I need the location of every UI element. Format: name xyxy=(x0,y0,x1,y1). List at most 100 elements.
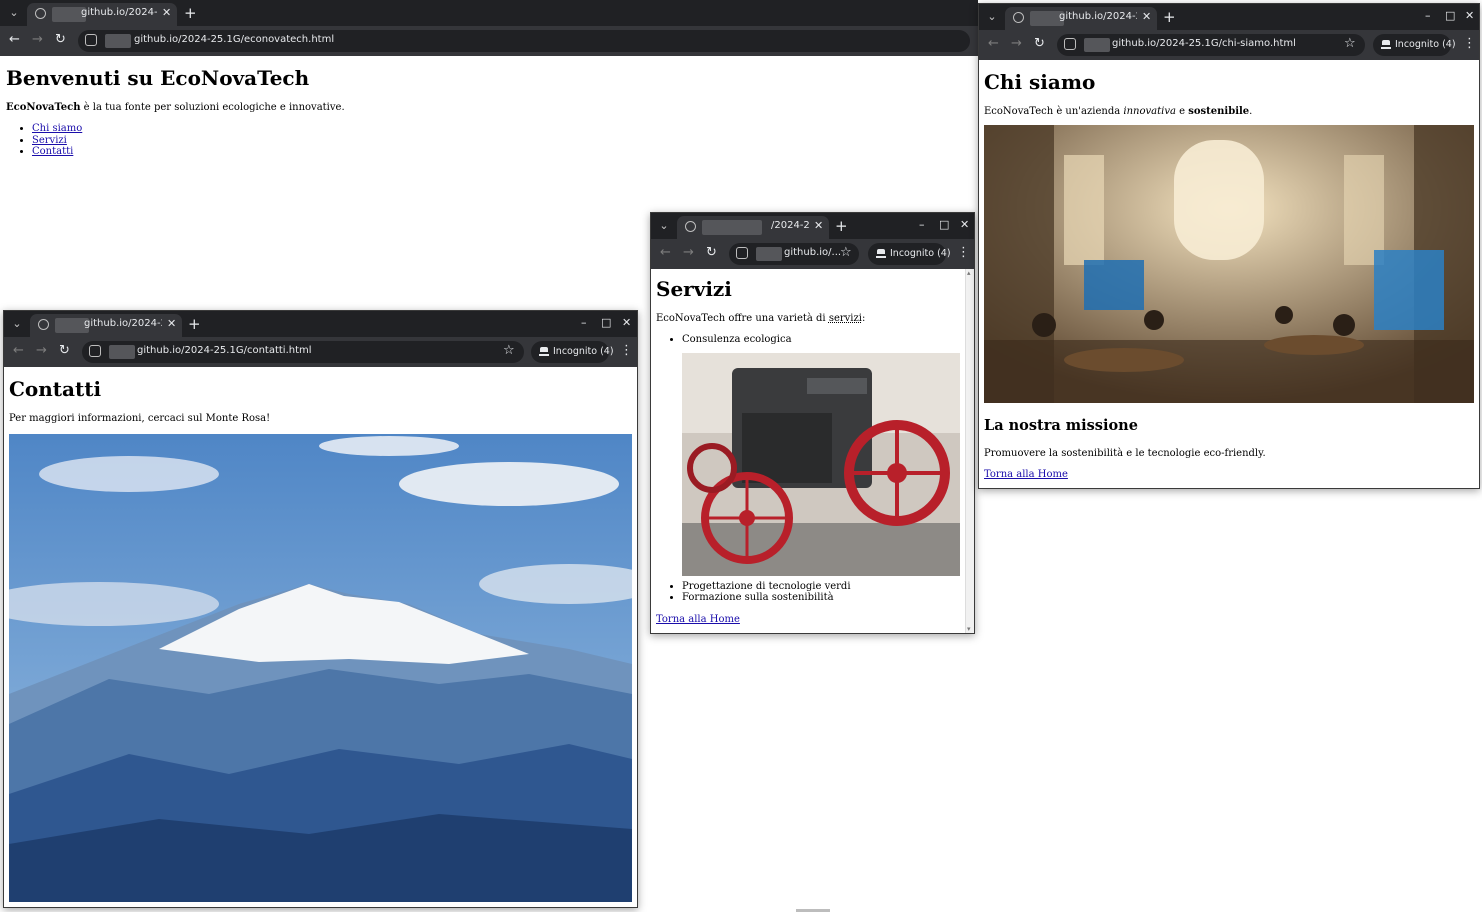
back-home-link[interactable]: Torna alla Home xyxy=(656,614,740,625)
tab-list-icon[interactable]: ⌄ xyxy=(6,5,22,21)
tab-econovatech[interactable]: github.io/2024-2 ✕ xyxy=(27,3,177,26)
site-settings-icon[interactable] xyxy=(736,247,748,259)
minimize-icon[interactable]: – xyxy=(1425,9,1431,22)
close-icon[interactable]: ✕ xyxy=(1142,10,1151,23)
incognito-label: Incognito (4) xyxy=(553,346,614,357)
new-tab-icon[interactable]: + xyxy=(835,217,848,235)
reload-icon[interactable]: ↻ xyxy=(55,32,66,47)
list-item: Contatti xyxy=(32,146,972,158)
reload-icon[interactable]: ↻ xyxy=(59,343,70,358)
tractor-photo xyxy=(682,352,960,576)
tab-strip: ⌄ github.io/2024-2 ✕ + – □ ✕ xyxy=(979,4,1479,30)
list-item: Consulenza ecologica xyxy=(682,334,960,576)
back-paragraph: Torna alla Home xyxy=(656,614,960,625)
intro-before: EcoNovaTech offre una varietà di xyxy=(656,313,829,324)
address-bar[interactable]: github.io/... ☆ xyxy=(729,243,859,265)
scroll-up-icon[interactable]: ▴ xyxy=(967,269,971,277)
site-settings-icon[interactable] xyxy=(89,345,101,357)
star-icon[interactable]: ☆ xyxy=(840,245,852,260)
link-chi-siamo[interactable]: Chi siamo xyxy=(32,123,82,134)
mission-text: Promuovere la sostenibilità e le tecnolo… xyxy=(984,448,1266,459)
page-contatti: Contatti Per maggiori informazioni, cerc… xyxy=(4,367,637,907)
tab-title: github.io/2024-2 xyxy=(1059,11,1137,22)
new-tab-icon[interactable]: + xyxy=(188,315,201,333)
back-icon[interactable]: ← xyxy=(9,32,20,47)
renaissance-lab-illustration xyxy=(984,125,1474,403)
close-icon[interactable]: ✕ xyxy=(814,219,823,232)
menu-icon[interactable]: ⋮ xyxy=(1463,36,1476,51)
incognito-label: Incognito (4) xyxy=(1395,39,1456,50)
page-title: Chi siamo xyxy=(984,70,1096,94)
redacted-text xyxy=(109,345,135,359)
list-item: Progettazione di tecnologie verdi xyxy=(682,581,960,593)
back-icon[interactable]: ← xyxy=(660,245,671,260)
intro-rest: è la tua fonte per soluzioni ecologiche … xyxy=(80,102,345,113)
tab-title: github.io/2024-2 xyxy=(81,7,157,18)
servizi-abbr: servizi xyxy=(828,313,862,324)
back-icon[interactable]: ← xyxy=(13,343,24,358)
back-icon[interactable]: ← xyxy=(988,36,999,51)
forward-icon[interactable]: → xyxy=(32,32,43,47)
new-tab-icon[interactable]: + xyxy=(184,4,197,22)
maximize-icon[interactable]: □ xyxy=(939,218,949,231)
incognito-badge[interactable]: Incognito (4) xyxy=(531,341,614,363)
incognito-badge[interactable]: Incognito (4) xyxy=(868,243,951,265)
list-item: Servizi xyxy=(32,135,972,147)
forward-icon[interactable]: → xyxy=(1011,36,1022,51)
close-icon[interactable]: ✕ xyxy=(167,317,176,330)
site-settings-icon[interactable] xyxy=(85,34,97,46)
intro-a: EcoNovaTech è un'azienda xyxy=(984,106,1124,117)
close-icon[interactable]: ✕ xyxy=(162,6,171,19)
forward-icon[interactable]: → xyxy=(683,245,694,260)
minimize-icon[interactable]: – xyxy=(919,218,925,231)
star-icon[interactable]: ☆ xyxy=(1344,36,1356,51)
reload-icon[interactable]: ↻ xyxy=(1034,36,1045,51)
star-icon[interactable]: ☆ xyxy=(503,343,515,358)
redacted-text xyxy=(702,220,762,235)
maximize-icon[interactable]: □ xyxy=(1445,9,1455,22)
link-servizi[interactable]: Servizi xyxy=(32,135,67,146)
new-tab-icon[interactable]: + xyxy=(1163,8,1176,26)
back-home-link[interactable]: Torna alla Home xyxy=(984,469,1068,480)
tab-list-icon[interactable]: ⌄ xyxy=(984,9,1000,25)
list-item: Formazione sulla sostenibilità xyxy=(682,592,960,604)
page-title: Contatti xyxy=(9,377,102,401)
close-window-icon[interactable]: ✕ xyxy=(622,316,631,329)
scrollbar[interactable]: ▴ ▾ xyxy=(965,269,974,633)
address-bar[interactable]: github.io/2024-25.1G/econovatech.html xyxy=(78,30,970,52)
tab-chi-siamo[interactable]: github.io/2024-2 ✕ xyxy=(1005,7,1157,30)
link-contatti[interactable]: Contatti xyxy=(32,146,73,157)
globe-icon xyxy=(35,8,46,19)
nav-list: Chi siamo Servizi Contatti xyxy=(32,123,972,158)
close-window-icon[interactable]: ✕ xyxy=(1465,9,1474,22)
site-settings-icon[interactable] xyxy=(1064,38,1076,50)
close-window-icon[interactable]: ✕ xyxy=(960,218,969,231)
tab-servizi[interactable]: /2024-2 ✕ xyxy=(677,216,829,239)
intro-text: EcoNovaTech offre una varietà di servizi… xyxy=(656,313,960,324)
redacted-text xyxy=(1084,38,1110,52)
mission-heading: La nostra missione xyxy=(984,417,1138,434)
intro-c: . xyxy=(1249,106,1253,117)
scroll-down-icon[interactable]: ▾ xyxy=(967,625,971,633)
tab-list-icon[interactable]: ⌄ xyxy=(9,316,25,332)
tab-strip: ⌄ /2024-2 ✕ + – □ ✕ xyxy=(651,213,974,239)
page-title: Benvenuti su EcoNovaTech xyxy=(6,66,310,90)
menu-icon[interactable]: ⋮ xyxy=(620,343,633,358)
reload-icon[interactable]: ↻ xyxy=(706,245,717,260)
url-text: github.io/2024-25.1G/econovatech.html xyxy=(134,34,335,45)
browser-window-contatti: ⌄ github.io/2024-2 ✕ + – □ ✕ ← → ↻ githu… xyxy=(3,310,638,908)
minimize-icon[interactable]: – xyxy=(581,316,587,329)
address-bar[interactable]: github.io/2024-25.1G/contatti.html ☆ xyxy=(82,341,524,363)
intro-text: EcoNovaTech è la tua fonte per soluzioni… xyxy=(6,102,972,113)
menu-icon[interactable]: ⋮ xyxy=(957,245,970,260)
forward-icon[interactable]: → xyxy=(36,343,47,358)
maximize-icon[interactable]: □ xyxy=(601,316,611,329)
url-text: github.io/... xyxy=(784,247,842,258)
page-servizi: Servizi EcoNovaTech offre una varietà di… xyxy=(651,269,965,633)
url-text: github.io/2024-25.1G/chi-siamo.html xyxy=(1112,38,1296,49)
tab-contatti[interactable]: github.io/2024-2 ✕ xyxy=(30,314,182,337)
incognito-badge[interactable]: Incognito (4) xyxy=(1373,34,1456,56)
address-bar[interactable]: github.io/2024-25.1G/chi-siamo.html ☆ xyxy=(1057,34,1365,56)
tab-list-icon[interactable]: ⌄ xyxy=(656,218,672,234)
contact-text: Per maggiori informazioni, cercaci sul M… xyxy=(9,413,271,424)
